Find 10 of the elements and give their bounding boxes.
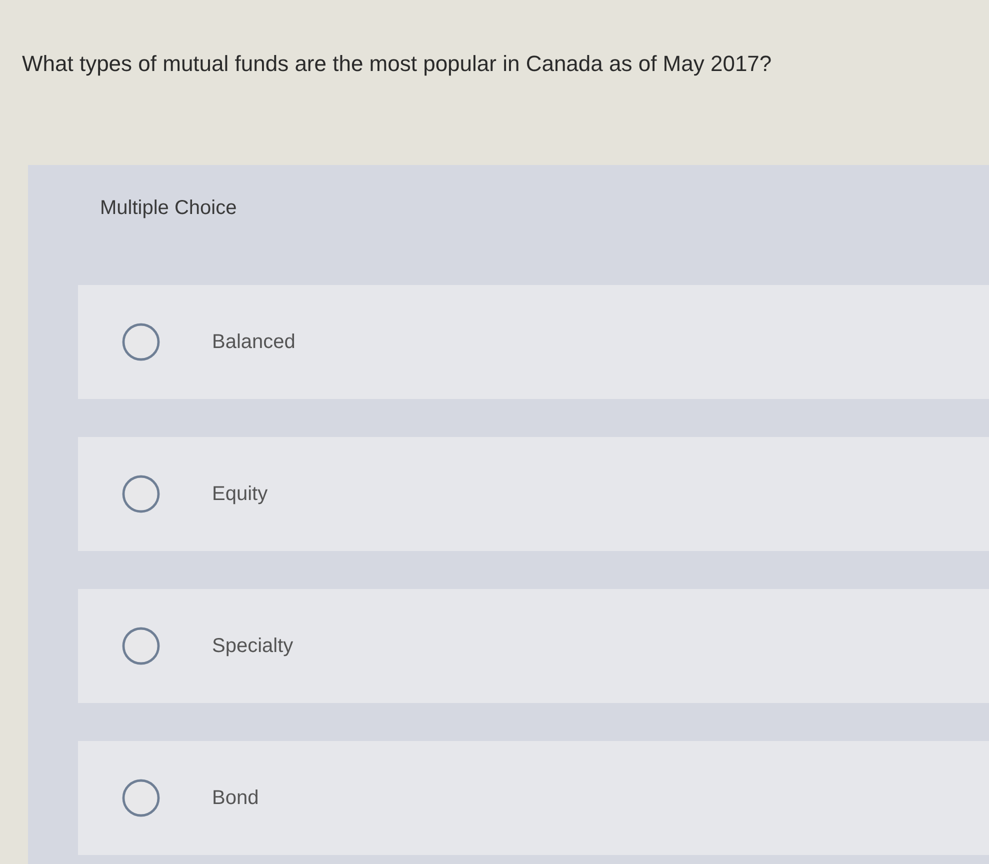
answer-option[interactable]: Specialty	[78, 589, 989, 703]
answer-option[interactable]: Equity	[78, 437, 989, 551]
radio-button[interactable]	[122, 779, 160, 817]
question-text: What types of mutual funds are the most popular in Canada as of May 2017?	[21, 50, 773, 78]
radio-button[interactable]	[122, 475, 160, 513]
radio-button[interactable]	[122, 323, 160, 361]
answer-option[interactable]: Bond	[78, 741, 989, 855]
question-type-label: Multiple Choice	[99, 196, 238, 221]
answer-option[interactable]: Balanced	[78, 285, 989, 399]
radio-button[interactable]	[122, 627, 160, 665]
